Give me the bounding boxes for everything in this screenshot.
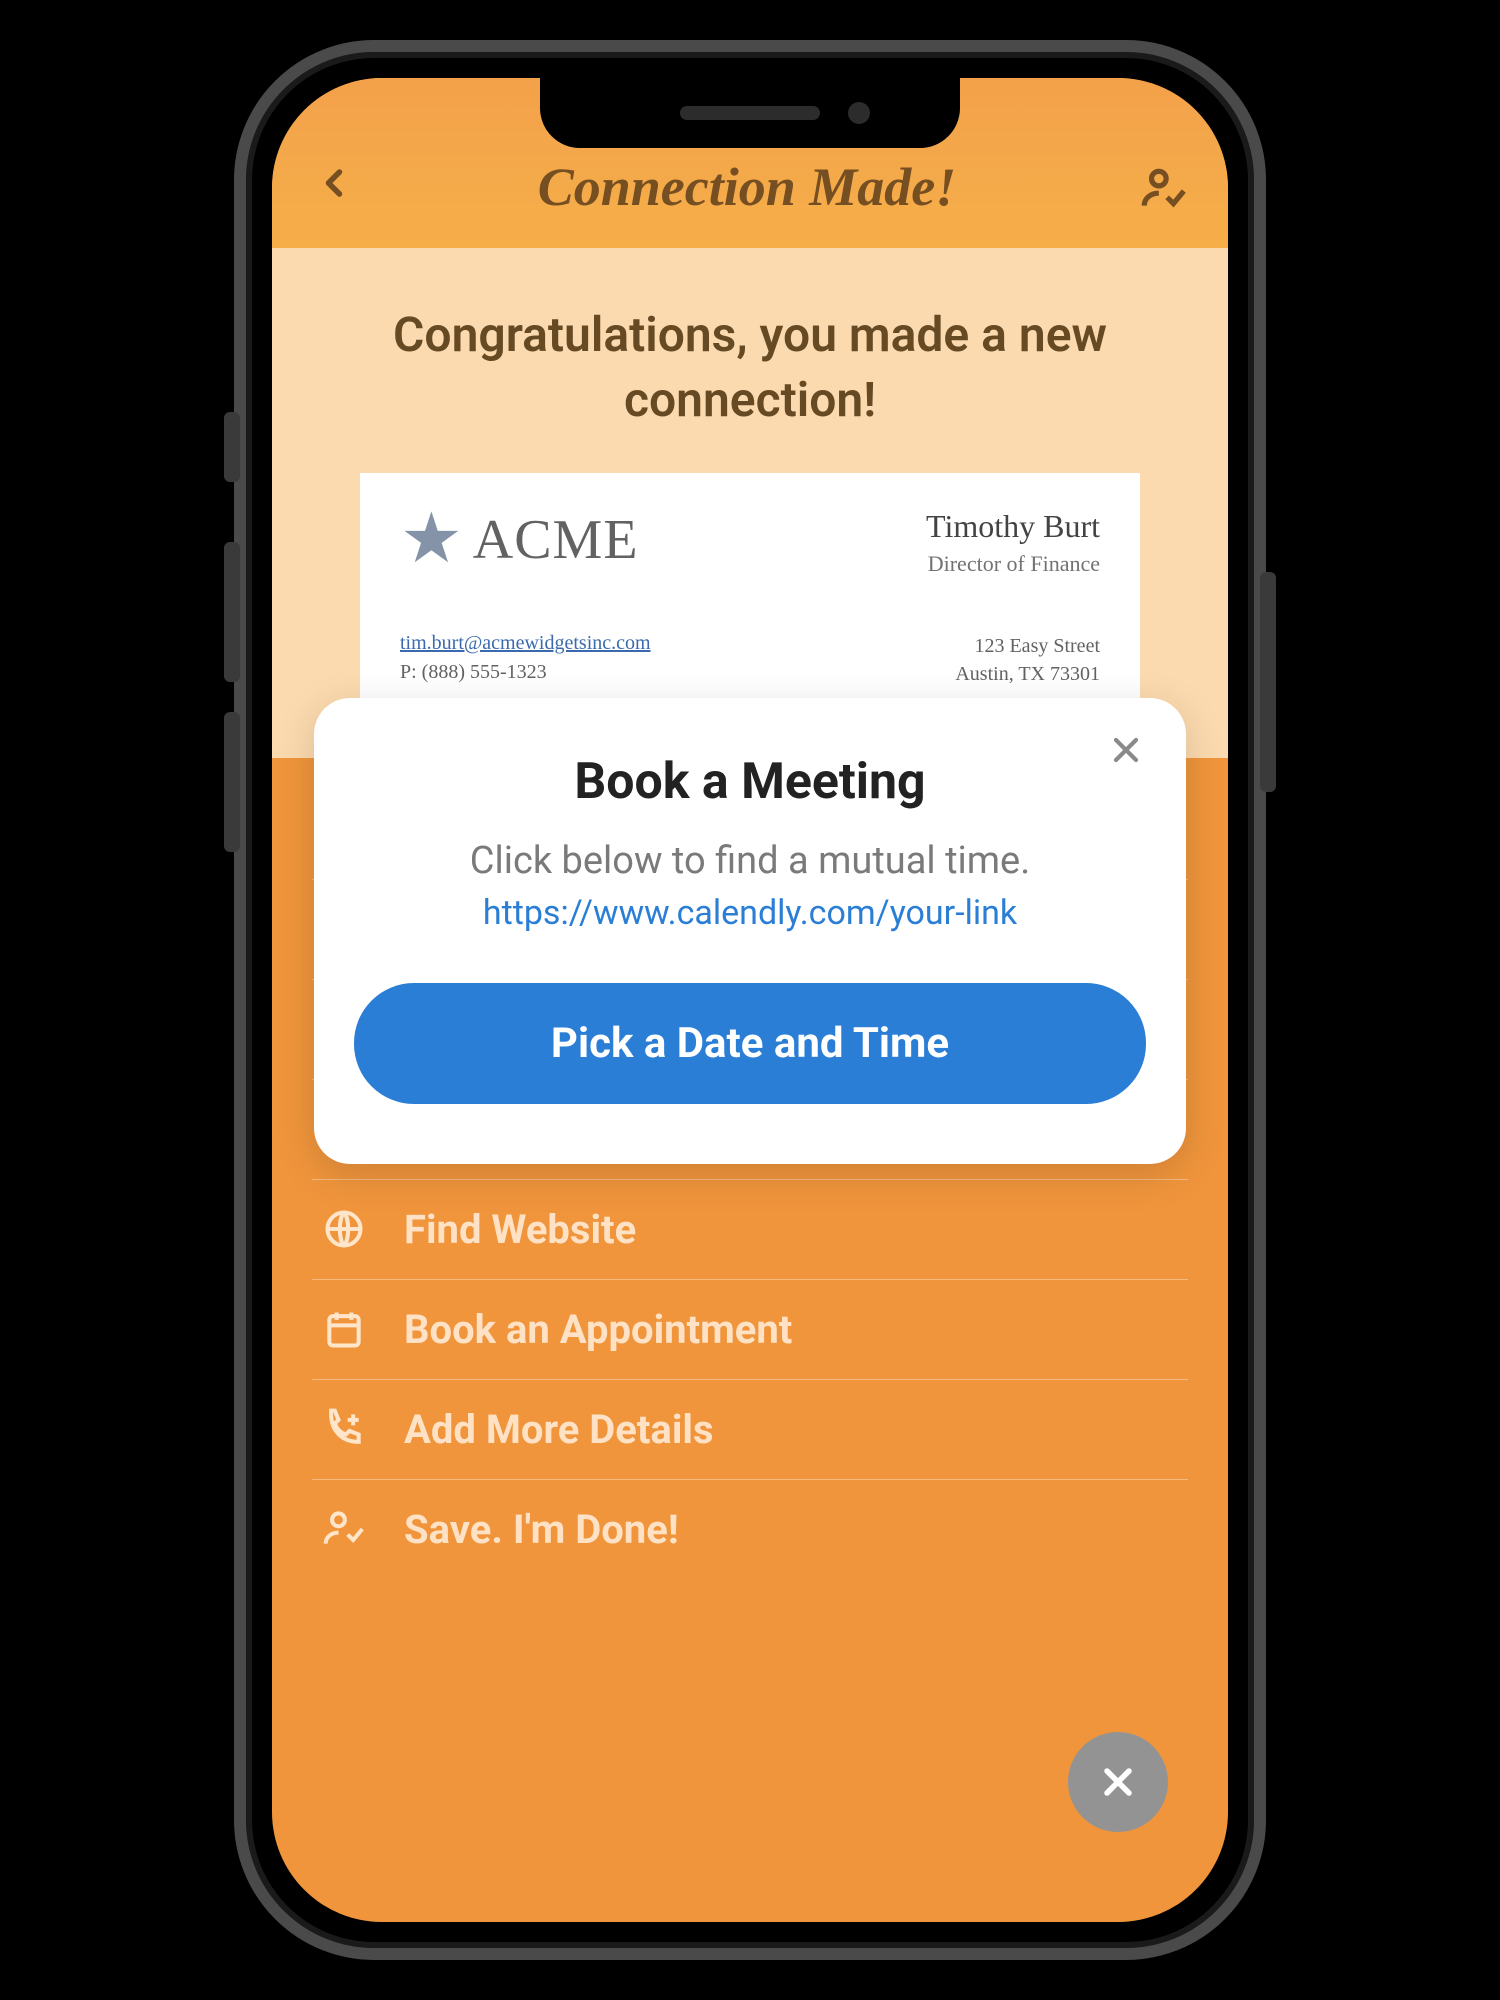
modal-link[interactable]: https://www.calendly.com/your-link (354, 893, 1146, 933)
modal-title: Book a Meeting (354, 753, 1146, 811)
power-button (1260, 572, 1276, 792)
phone-frame: Connection Made! Congratulations, you ma… (234, 40, 1266, 1960)
modal-button-label: Pick a Date and Time (551, 1019, 949, 1068)
volume-down-button (224, 712, 240, 852)
pick-date-time-button[interactable]: Pick a Date and Time (354, 983, 1146, 1104)
modal-subtitle: Click below to find a mutual time. (354, 839, 1146, 883)
book-meeting-modal: Book a Meeting Click below to find a mut… (314, 698, 1186, 1164)
volume-up-button (224, 542, 240, 682)
speaker-grille (680, 106, 820, 120)
close-icon (1106, 730, 1146, 770)
front-camera (848, 102, 870, 124)
screen: Connection Made! Congratulations, you ma… (272, 78, 1228, 1922)
mute-switch (224, 412, 240, 482)
modal-close-button[interactable] (1106, 728, 1146, 782)
notch (540, 78, 960, 148)
